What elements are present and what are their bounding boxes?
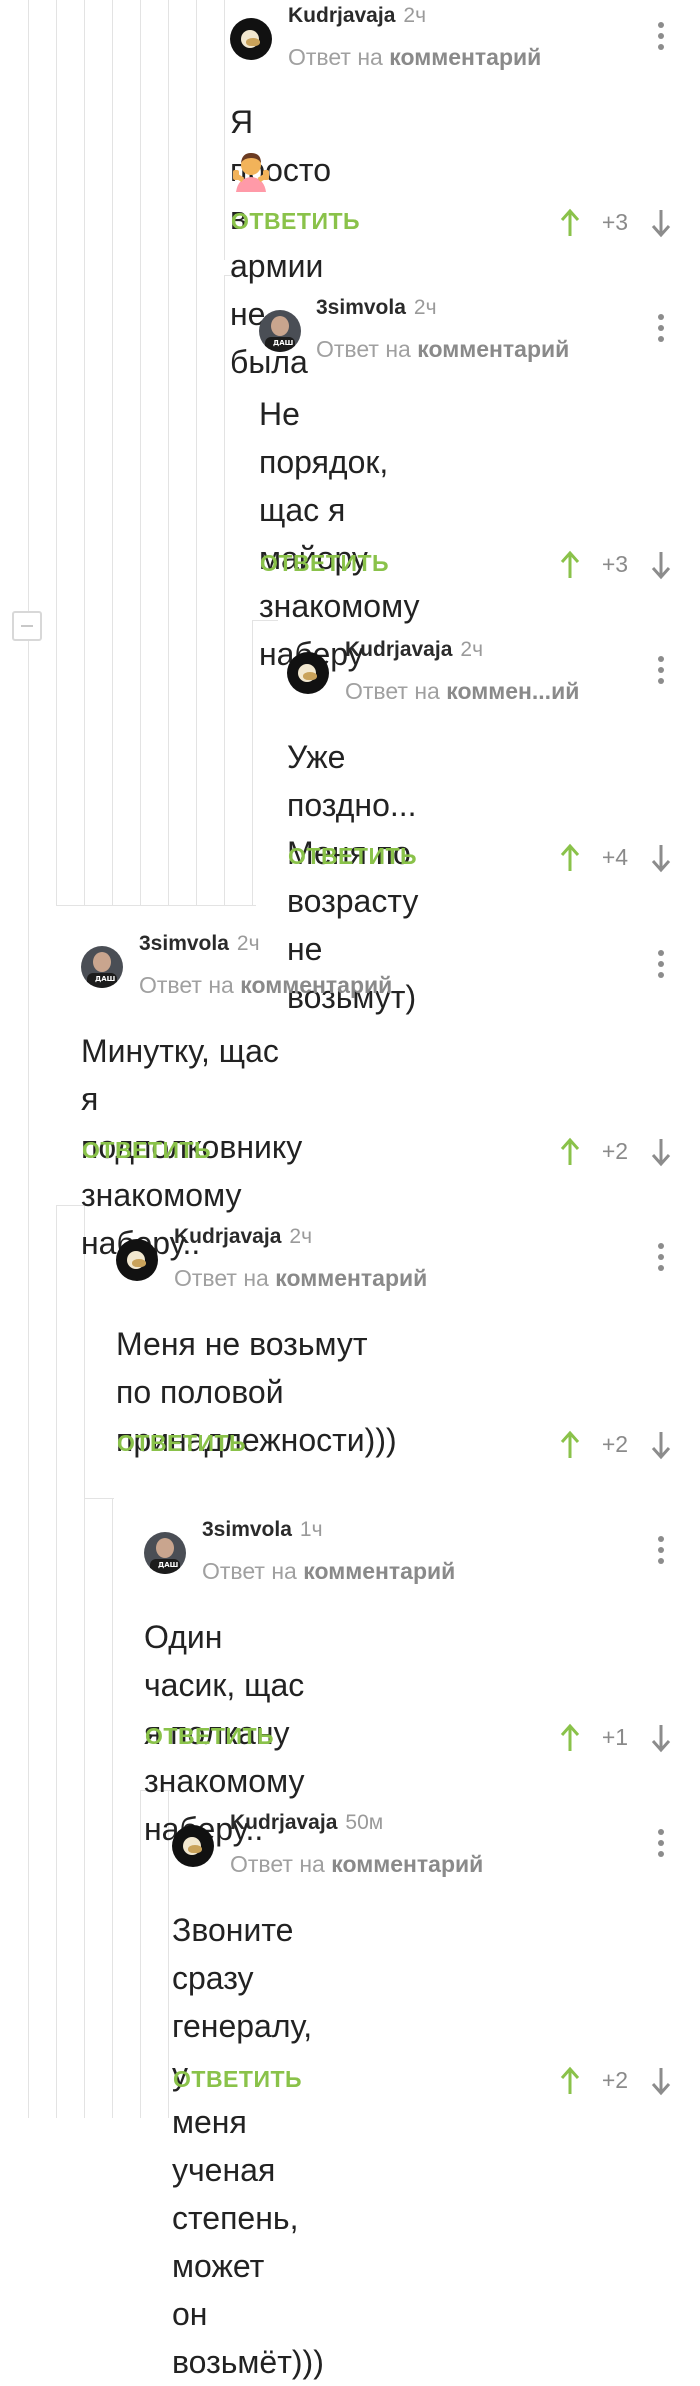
reply-button[interactable]: ОТВЕТИТЬ	[231, 208, 360, 235]
comment-score: +2	[601, 1138, 629, 1164]
arrow-down-icon[interactable]	[651, 1137, 671, 1167]
thread-line	[56, 0, 57, 905]
reply-to-link[interactable]: Ответ на комментарий	[316, 336, 569, 363]
reply-to-link[interactable]: Ответ на коммен...ий	[345, 678, 579, 705]
comment-text: Звоните сразу генералу, у меня ученая сте…	[172, 1912, 324, 2380]
thread-line	[112, 1498, 113, 2118]
arrow-down-icon[interactable]	[651, 1430, 671, 1460]
collapse-thread-icon	[21, 625, 33, 627]
comment-author[interactable]: 3simvola 2ч	[316, 296, 437, 320]
comment-time: 2ч	[413, 296, 437, 319]
comment-score: +3	[601, 551, 629, 577]
reply-to-link[interactable]: Ответ на комментарий	[288, 44, 541, 71]
comment-score: +3	[601, 209, 629, 235]
avatar[interactable]	[287, 652, 329, 694]
thread-line	[168, 0, 169, 905]
avatar[interactable]: ДАШ	[259, 310, 301, 352]
avatar[interactable]	[172, 1825, 214, 1867]
thread-line	[112, 0, 113, 905]
arrow-up-icon[interactable]	[560, 208, 580, 238]
reply-button[interactable]: ОТВЕТИТЬ	[82, 1137, 211, 1164]
thread-line	[84, 1205, 85, 2118]
more-vertical-icon[interactable]	[657, 21, 665, 51]
thread-line	[140, 0, 141, 905]
thread-line	[84, 0, 85, 905]
thread-line-joint	[84, 1498, 114, 1499]
arrow-up-icon[interactable]	[560, 843, 580, 873]
avatar[interactable]	[116, 1239, 158, 1281]
comment-score: +4	[601, 844, 629, 870]
arrow-down-icon[interactable]	[651, 1723, 671, 1753]
comment-author[interactable]: 3simvola 2ч	[139, 932, 260, 956]
thread-line	[56, 1205, 57, 2118]
comment-author[interactable]: Kudrjavaja 2ч	[345, 638, 483, 662]
comment-time: 1ч	[299, 1518, 323, 1541]
comment-author[interactable]: 3simvola 1ч	[202, 1518, 323, 1542]
reply-button[interactable]: ОТВЕТИТЬ	[145, 1723, 274, 1750]
more-vertical-icon[interactable]	[657, 1242, 665, 1272]
reply-to-link[interactable]: Ответ на комментарий	[174, 1265, 427, 1292]
comment-time: 50м	[345, 1811, 384, 1834]
reply-to-link[interactable]: Ответ на комментарий	[139, 972, 392, 999]
comment-time: 2ч	[289, 1225, 313, 1248]
thread-line	[28, 0, 29, 2118]
comment-score: +2	[601, 1431, 629, 1457]
more-vertical-icon[interactable]	[657, 949, 665, 979]
thread-line-joint	[56, 905, 256, 906]
comment-time: 2ч	[403, 4, 427, 27]
thread-line	[224, 275, 225, 905]
comment-author[interactable]: Kudrjavaja 2ч	[288, 4, 426, 28]
reply-button[interactable]: ОТВЕТИТЬ	[260, 550, 389, 577]
arrow-up-icon[interactable]	[560, 550, 580, 580]
thread-line	[252, 620, 253, 905]
comment-time: 2ч	[460, 638, 484, 661]
arrow-down-icon[interactable]	[651, 550, 671, 580]
avatar[interactable]: ДАШ	[144, 1532, 186, 1574]
comment-time: 2ч	[236, 932, 260, 955]
comment-author[interactable]: Kudrjavaja 50м	[230, 1811, 383, 1835]
person-shrugging-emoji	[233, 153, 269, 192]
arrow-up-icon[interactable]	[560, 2066, 580, 2096]
collapse-thread-button[interactable]	[12, 611, 42, 641]
arrow-up-icon[interactable]	[560, 1137, 580, 1167]
more-vertical-icon[interactable]	[657, 313, 665, 343]
thread-line	[196, 0, 197, 905]
reply-button[interactable]: ОТВЕТИТЬ	[117, 1430, 246, 1457]
arrow-down-icon[interactable]	[651, 843, 671, 873]
reply-to-link[interactable]: Ответ на комментарий	[202, 1558, 455, 1585]
more-vertical-icon[interactable]	[657, 655, 665, 685]
thread-line	[224, 0, 225, 260]
more-vertical-icon[interactable]	[657, 1828, 665, 1858]
avatar[interactable]: ДАШ	[81, 946, 123, 988]
arrow-up-icon[interactable]	[560, 1430, 580, 1460]
thread-line	[140, 1790, 141, 2118]
arrow-down-icon[interactable]	[651, 2066, 671, 2096]
reply-button[interactable]: ОТВЕТИТЬ	[288, 843, 417, 870]
avatar[interactable]	[230, 18, 272, 60]
reply-button[interactable]: ОТВЕТИТЬ	[173, 2066, 302, 2093]
more-vertical-icon[interactable]	[657, 1535, 665, 1565]
reply-to-link[interactable]: Ответ на комментарий	[230, 1851, 483, 1878]
comment-text: Не порядок, щас ямайору знакомомунаберу	[259, 396, 420, 672]
comment-score: +1	[601, 1724, 629, 1750]
comment-author[interactable]: Kudrjavaja 2ч	[174, 1225, 312, 1249]
arrow-down-icon[interactable]	[651, 208, 671, 238]
comment-score: +2	[601, 2067, 629, 2093]
arrow-up-icon[interactable]	[560, 1723, 580, 1753]
